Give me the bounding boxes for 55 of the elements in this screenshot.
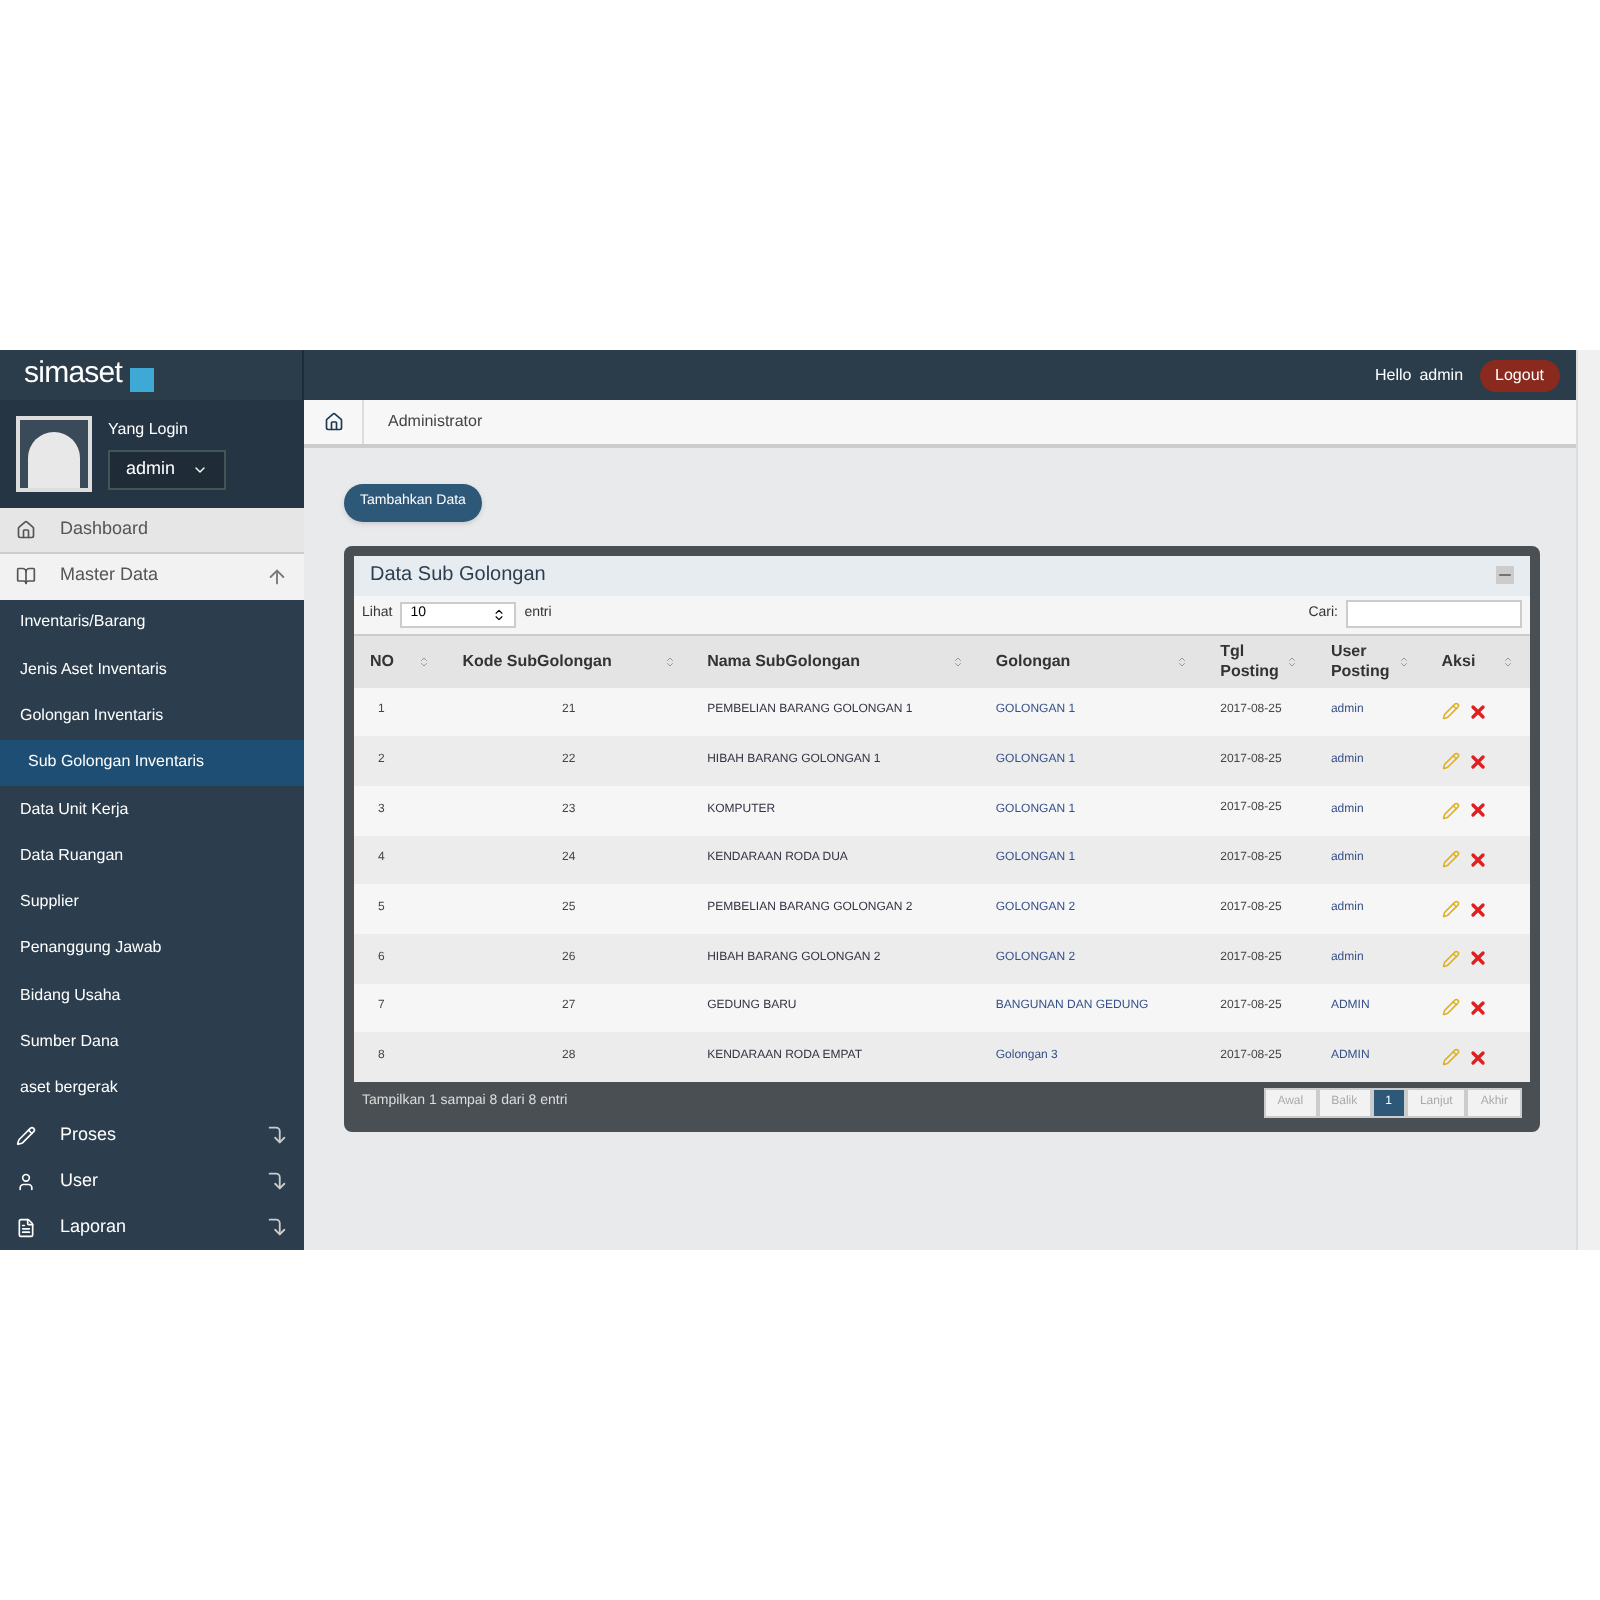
greeting-text: Hello: [1375, 363, 1412, 387]
submenu-item[interactable]: Golongan Inventaris: [0, 692, 304, 740]
collapse-arrow-icon[interactable]: [266, 565, 288, 588]
scrollbar[interactable]: [1576, 350, 1600, 1250]
expand-arrow-icon[interactable]: [266, 1216, 288, 1238]
sidebar-item[interactable]: Proses: [0, 1112, 304, 1158]
expand-arrow-icon[interactable]: [266, 1124, 288, 1146]
delete-icon[interactable]: [1467, 751, 1488, 772]
menu-icon: [16, 1125, 36, 1145]
column-header[interactable]: Tgl Posting: [1204, 635, 1315, 687]
sidebar-item[interactable]: Laporan: [0, 1204, 304, 1250]
submenu-item[interactable]: aset bergerak: [0, 1065, 304, 1112]
logo-square-icon: [130, 367, 155, 391]
column-header[interactable]: NO: [354, 635, 447, 687]
avatar-placeholder: [16, 415, 92, 492]
column-header[interactable]: Golongan: [979, 635, 1205, 687]
menu-icon: [16, 566, 36, 587]
logo-text: simaset: [24, 354, 123, 395]
column-header[interactable]: User Posting: [1314, 635, 1426, 687]
user-name: admin: [1419, 363, 1464, 387]
search-field[interactable]: [1346, 600, 1522, 628]
delete-icon[interactable]: [1467, 948, 1488, 969]
login-label: Yang Login: [108, 418, 190, 443]
delete-icon[interactable]: [1467, 701, 1488, 722]
submenu-item[interactable]: Data Ruangan: [0, 832, 304, 880]
menu-icon: [16, 519, 36, 540]
column-header[interactable]: Kode SubGolongan: [446, 635, 692, 687]
delete-icon[interactable]: [1467, 849, 1488, 870]
submenu-item[interactable]: Supplier: [0, 879, 304, 926]
delete-icon[interactable]: [1467, 899, 1488, 920]
submenu-item[interactable]: Data Unit Kerja: [0, 785, 304, 833]
breadcrumb-item[interactable]: Administrator: [388, 410, 483, 434]
expand-arrow-icon[interactable]: [266, 1170, 288, 1192]
submenu-item[interactable]: Sub Golongan Inventaris: [0, 739, 304, 786]
submenu-item[interactable]: Bidang Usaha: [0, 972, 304, 1019]
submenu-item[interactable]: Penanggung Jawab: [0, 925, 304, 973]
column-header[interactable]: Nama SubGolongan: [691, 635, 980, 687]
panel-title: Data Sub Golongan: [370, 562, 548, 590]
sort-icon: [492, 607, 507, 621]
sidebar-item[interactable]: Master Data: [0, 553, 304, 600]
delete-icon[interactable]: [1467, 800, 1488, 821]
menu-icon: [16, 1171, 36, 1191]
logout-button[interactable]: Logout: [1479, 359, 1560, 391]
user-dropdown[interactable]: admin: [108, 450, 226, 490]
delete-icon[interactable]: [1467, 1047, 1488, 1068]
menu-icon: [16, 1217, 36, 1237]
delete-icon[interactable]: [1467, 997, 1488, 1018]
sidebar-item[interactable]: User: [0, 1158, 304, 1204]
sidebar-item[interactable]: Dashboard: [0, 507, 304, 554]
minimize-icon[interactable]: [1496, 566, 1514, 584]
submenu-item[interactable]: Inventaris/Barang: [0, 599, 304, 647]
home-icon[interactable]: [323, 412, 343, 432]
column-header[interactable]: Aksi: [1425, 635, 1530, 687]
submenu-item[interactable]: Sumber Dana: [0, 1018, 304, 1066]
submenu-item[interactable]: Jenis Aset Inventaris: [0, 646, 304, 693]
